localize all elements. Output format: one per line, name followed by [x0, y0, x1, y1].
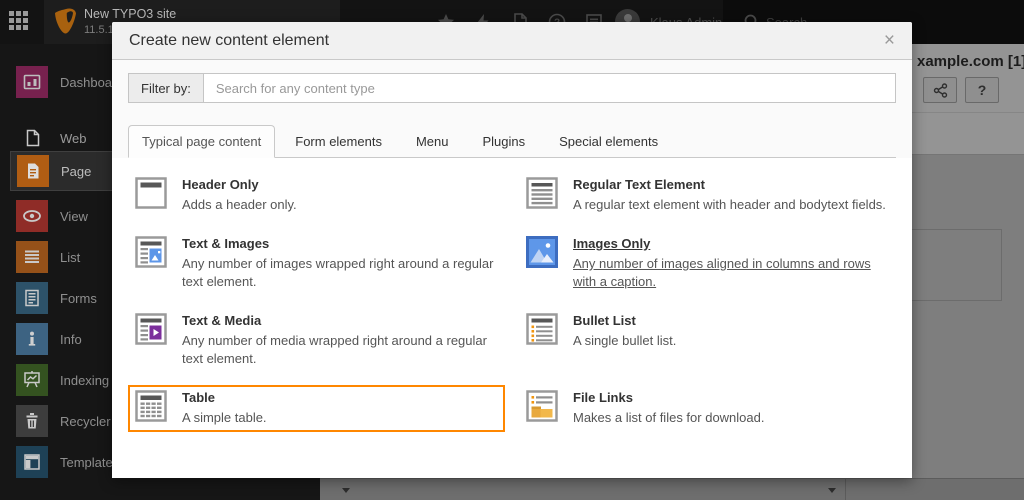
sidebar-item-label: Page	[61, 164, 91, 179]
site-version: 11.5.1	[84, 24, 114, 36]
content-element-title: Text & Media	[182, 313, 498, 329]
text-images-icon	[135, 236, 167, 268]
text-media-icon	[135, 313, 167, 345]
wizard-tabs: Typical page content Form elements Menu …	[128, 125, 896, 158]
tab-menu[interactable]: Menu	[402, 125, 463, 158]
content-element-text-images[interactable]: Text & Images Any number of images wrapp…	[128, 231, 505, 296]
filter-by-label: Filter by:	[128, 73, 203, 103]
content-element-title: Header Only	[182, 177, 297, 193]
indexing-module-icon	[16, 364, 48, 396]
tab-special-elements[interactable]: Special elements	[545, 125, 672, 158]
content-element-bullet-list[interactable]: Bullet List A single bullet list.	[519, 308, 896, 373]
page-path-title: xample.com [1]	[917, 53, 1024, 70]
bullet-list-icon	[526, 313, 558, 345]
content-element-description: Any number of images aligned in columns …	[573, 255, 889, 291]
modal-header: Create new content element ×	[112, 22, 912, 60]
content-element-images-only[interactable]: Images Only Any number of images aligned…	[519, 231, 896, 296]
content-element-text: Text & Media Any number of media wrapped…	[182, 313, 498, 368]
modal-title: Create new content element	[129, 32, 329, 50]
content-element-title: Text & Images	[182, 236, 498, 252]
content-element-regular-text[interactable]: Regular Text Element A regular text elem…	[519, 172, 896, 219]
content-element-description: Any number of images wrapped right aroun…	[182, 255, 498, 291]
tab-form-elements[interactable]: Form elements	[281, 125, 396, 158]
typo3-backend: New TYPO3 site 11.5.1 ? Klaus Admin Sear…	[0, 0, 1024, 500]
sidebar-item-label: Web	[60, 131, 87, 146]
content-element-text: Header Only Adds a header only.	[182, 177, 297, 214]
sidebar-item-label: Recycler	[60, 414, 111, 429]
caret-down-icon[interactable]	[828, 488, 836, 493]
content-element-description: Makes a list of files for download.	[573, 409, 764, 427]
close-icon[interactable]: ×	[884, 31, 895, 50]
site-name: New TYPO3 site	[84, 7, 176, 21]
recycler-module-icon	[16, 405, 48, 437]
sidebar-item-label: Indexing	[60, 373, 109, 388]
forms-module-icon	[16, 282, 48, 314]
content-element-table[interactable]: Table A simple table.	[128, 385, 505, 432]
info-module-icon	[16, 323, 48, 355]
wizard-items-panel: Header Only Adds a header only. Regular …	[112, 158, 912, 478]
content-element-text-media[interactable]: Text & Media Any number of media wrapped…	[128, 308, 505, 373]
images-only-icon	[526, 236, 558, 268]
content-element-title: File Links	[573, 390, 764, 406]
page-module-icon	[17, 155, 49, 187]
tab-plugins[interactable]: Plugins	[468, 125, 539, 158]
content-element-header-only[interactable]: Header Only Adds a header only.	[128, 172, 505, 219]
bottom-select-bar	[320, 478, 1024, 500]
share-icon	[933, 83, 948, 98]
content-element-description: A simple table.	[182, 409, 267, 427]
typo3-logo-icon	[54, 8, 77, 35]
sidebar-item-label: Forms	[60, 291, 97, 306]
content-element-description: A single bullet list.	[573, 332, 676, 350]
template-module-icon	[16, 446, 48, 478]
sidebar-item-label: Info	[60, 332, 82, 347]
filter-group: Filter by:	[128, 73, 896, 103]
content-element-text: Table A simple table.	[182, 390, 267, 427]
content-element-title: Regular Text Element	[573, 177, 886, 193]
sidebar-item-label: List	[60, 250, 80, 265]
web-section-icon	[25, 122, 41, 154]
table-icon	[135, 390, 167, 422]
content-type-filter-input[interactable]	[203, 73, 896, 103]
content-element-text: Images Only Any number of images aligned…	[573, 236, 889, 291]
content-element-description: A regular text element with header and b…	[573, 196, 886, 214]
content-element-grid: Header Only Adds a header only. Regular …	[128, 172, 896, 444]
content-element-title: Bullet List	[573, 313, 676, 329]
caret-down-icon[interactable]	[342, 488, 350, 493]
content-element-description: Any number of media wrapped right around…	[182, 332, 498, 368]
share-button[interactable]	[923, 77, 957, 103]
content-element-description: Adds a header only.	[182, 196, 297, 214]
view-module-icon	[16, 200, 48, 232]
regular-text-icon	[526, 177, 558, 209]
file-links-icon	[526, 390, 558, 422]
modal-filter-area: Filter by: Typical page content Form ele…	[112, 60, 912, 158]
content-element-title: Images Only	[573, 236, 889, 252]
content-element-text: Regular Text Element A regular text elem…	[573, 177, 886, 214]
dashboard-icon	[16, 66, 48, 98]
sidebar-item-label: View	[60, 209, 88, 224]
help-button-label: ?	[978, 82, 987, 98]
content-element-text: File Links Makes a list of files for dow…	[573, 390, 764, 427]
header-only-icon	[135, 177, 167, 209]
content-element-text: Bullet List A single bullet list.	[573, 313, 676, 350]
list-module-icon	[16, 241, 48, 273]
tab-typical-page-content[interactable]: Typical page content	[128, 125, 275, 158]
divider	[845, 479, 846, 500]
new-content-element-modal: Create new content element × Filter by: …	[112, 22, 912, 478]
help-button[interactable]: ?	[965, 77, 999, 103]
sidebar-item-label: Template	[60, 455, 113, 470]
content-element-text: Text & Images Any number of images wrapp…	[182, 236, 498, 291]
content-element-file-links[interactable]: File Links Makes a list of files for dow…	[519, 385, 896, 432]
content-element-title: Table	[182, 390, 267, 406]
module-menu-toggle-icon[interactable]	[9, 11, 35, 33]
